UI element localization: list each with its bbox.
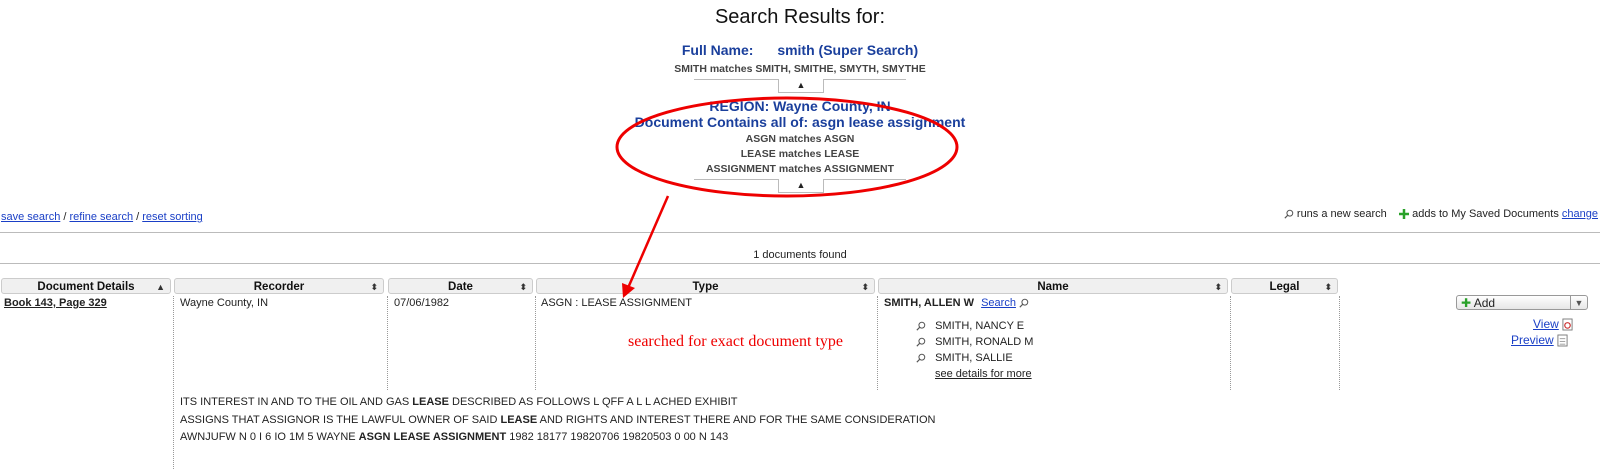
reset-sorting-link[interactable]: reset sorting <box>142 211 203 223</box>
column-header-label: Document Details <box>37 281 135 293</box>
view-link[interactable]: View <box>1533 317 1559 331</box>
magnifier-icon[interactable] <box>916 321 926 331</box>
annotation-text: searched for exact document type <box>628 333 844 350</box>
page-title: Search Results for: <box>714 6 886 28</box>
divider <box>0 232 1600 233</box>
sort-icon[interactable]: ⬍ <box>1214 279 1222 295</box>
full-name-query: Full Name: smith (Super Search) <box>0 42 1600 58</box>
other-name: SMITH, RONALD M <box>935 336 1034 348</box>
excerpt-line: ITS INTEREST IN AND TO THE OIL AND GAS L… <box>180 396 738 408</box>
results-count: 1 documents found <box>753 249 847 261</box>
sort-icon[interactable]: ⬍ <box>370 279 378 295</box>
sort-icon[interactable]: ▲ <box>156 279 165 295</box>
primary-name: SMITH, ALLEN W Search <box>884 297 1029 309</box>
excerpt-line: ASSIGNS THAT ASSIGNOR IS THE LAWFUL OWNE… <box>180 414 936 426</box>
magnifier-icon[interactable] <box>1019 298 1029 308</box>
preview-link[interactable]: Preview <box>1511 333 1554 347</box>
legend: runs a new search adds to My Saved Docum… <box>1284 208 1598 220</box>
divider <box>0 263 1600 264</box>
plus-icon <box>1399 209 1410 220</box>
column-header-label: Name <box>1037 281 1069 293</box>
search-actions: save search / refine search / reset sort… <box>1 211 203 223</box>
collapse-up-icon[interactable]: ▲ <box>778 79 824 93</box>
name-search-link[interactable]: Search <box>981 297 1016 309</box>
column-divider <box>1339 296 1340 390</box>
column-header-label: Recorder <box>253 281 305 293</box>
column-header-document-details[interactable]: Document Details ▲ <box>1 278 171 294</box>
type-cell: ASGN : LEASE ASSIGNMENT <box>541 297 692 309</box>
refine-search-link[interactable]: refine search <box>69 211 133 223</box>
collapse-toggle-terms[interactable]: ▲ <box>694 179 906 193</box>
excerpt-line: AWNJUFW N 0 I 6 IO 1M 5 WAYNE ASGN LEASE… <box>180 431 729 443</box>
name-matches: SMITH matches SMITH, SMITHE, SMYTH, SMYT… <box>674 63 926 75</box>
contains-label: Document Contains all of: asgn lease ass… <box>634 114 966 130</box>
recorder-cell: Wayne County, IN <box>180 297 269 309</box>
term-match-assignment: ASSIGNMENT matches ASSIGNMENT <box>705 163 895 175</box>
legend-search-text: runs a new search <box>1296 208 1387 220</box>
column-header-label: Legal <box>1269 281 1300 293</box>
separator: / <box>133 211 143 223</box>
column-header-recorder[interactable]: Recorder ⬍ <box>174 278 384 294</box>
pdf-icon[interactable] <box>1562 318 1573 331</box>
sort-icon[interactable]: ⬍ <box>519 279 527 295</box>
column-header-type[interactable]: Type ⬍ <box>536 278 875 294</box>
primary-name-text: SMITH, ALLEN W <box>884 297 975 309</box>
collapse-toggle-name[interactable]: ▲ <box>694 79 906 93</box>
plus-icon: ✚ <box>1461 296 1472 310</box>
change-link[interactable]: change <box>1562 208 1598 220</box>
column-divider <box>173 296 174 469</box>
view-action[interactable]: View <box>1533 317 1573 331</box>
preview-action[interactable]: Preview <box>1511 333 1568 347</box>
magnifier-icon[interactable] <box>916 337 926 347</box>
other-name: SMITH, SALLIE <box>935 352 1013 364</box>
add-button-label: Add <box>1473 296 1496 310</box>
full-name-value: smith (Super Search) <box>777 42 919 58</box>
magnifier-icon[interactable] <box>916 353 926 363</box>
term-match-lease: LEASE matches LEASE <box>740 148 860 160</box>
column-header-label: Type <box>692 281 719 293</box>
column-header-date[interactable]: Date ⬍ <box>388 278 533 294</box>
legend-add-text: adds to My Saved Documents <box>1412 208 1559 220</box>
collapse-up-icon[interactable]: ▲ <box>778 179 824 193</box>
full-name-label: Full Name: <box>681 42 754 58</box>
annotation-arrow <box>626 195 670 289</box>
term-match-asgn: ASGN matches ASGN <box>745 133 855 145</box>
document-icon[interactable] <box>1557 334 1568 347</box>
other-name: SMITH, NANCY E <box>935 320 1025 332</box>
column-divider <box>877 296 878 390</box>
chevron-down-icon[interactable]: ▼ <box>1570 296 1587 309</box>
column-header-label: Date <box>448 281 473 293</box>
sort-icon[interactable]: ⬍ <box>861 279 869 295</box>
see-details-link[interactable]: see details for more <box>935 368 1032 380</box>
column-divider <box>387 296 388 390</box>
column-divider <box>535 296 536 390</box>
column-header-legal[interactable]: Legal ⬍ <box>1231 278 1338 294</box>
region-label: REGION: Wayne County, IN <box>709 98 891 114</box>
column-divider <box>1230 296 1231 390</box>
column-header-name[interactable]: Name ⬍ <box>878 278 1228 294</box>
document-link[interactable]: Book 143, Page 329 <box>4 297 107 309</box>
magnifier-icon <box>1284 209 1294 219</box>
save-search-link[interactable]: save search <box>1 211 60 223</box>
other-name-row[interactable]: SMITH, RONALD M <box>916 336 1033 348</box>
other-name-row[interactable]: SMITH, SALLIE <box>916 352 1013 364</box>
add-button[interactable]: ✚ Add ▼ <box>1456 295 1588 310</box>
sort-icon[interactable]: ⬍ <box>1324 279 1332 295</box>
other-name-row[interactable]: SMITH, NANCY E <box>916 320 1024 332</box>
date-cell: 07/06/1982 <box>394 297 450 309</box>
